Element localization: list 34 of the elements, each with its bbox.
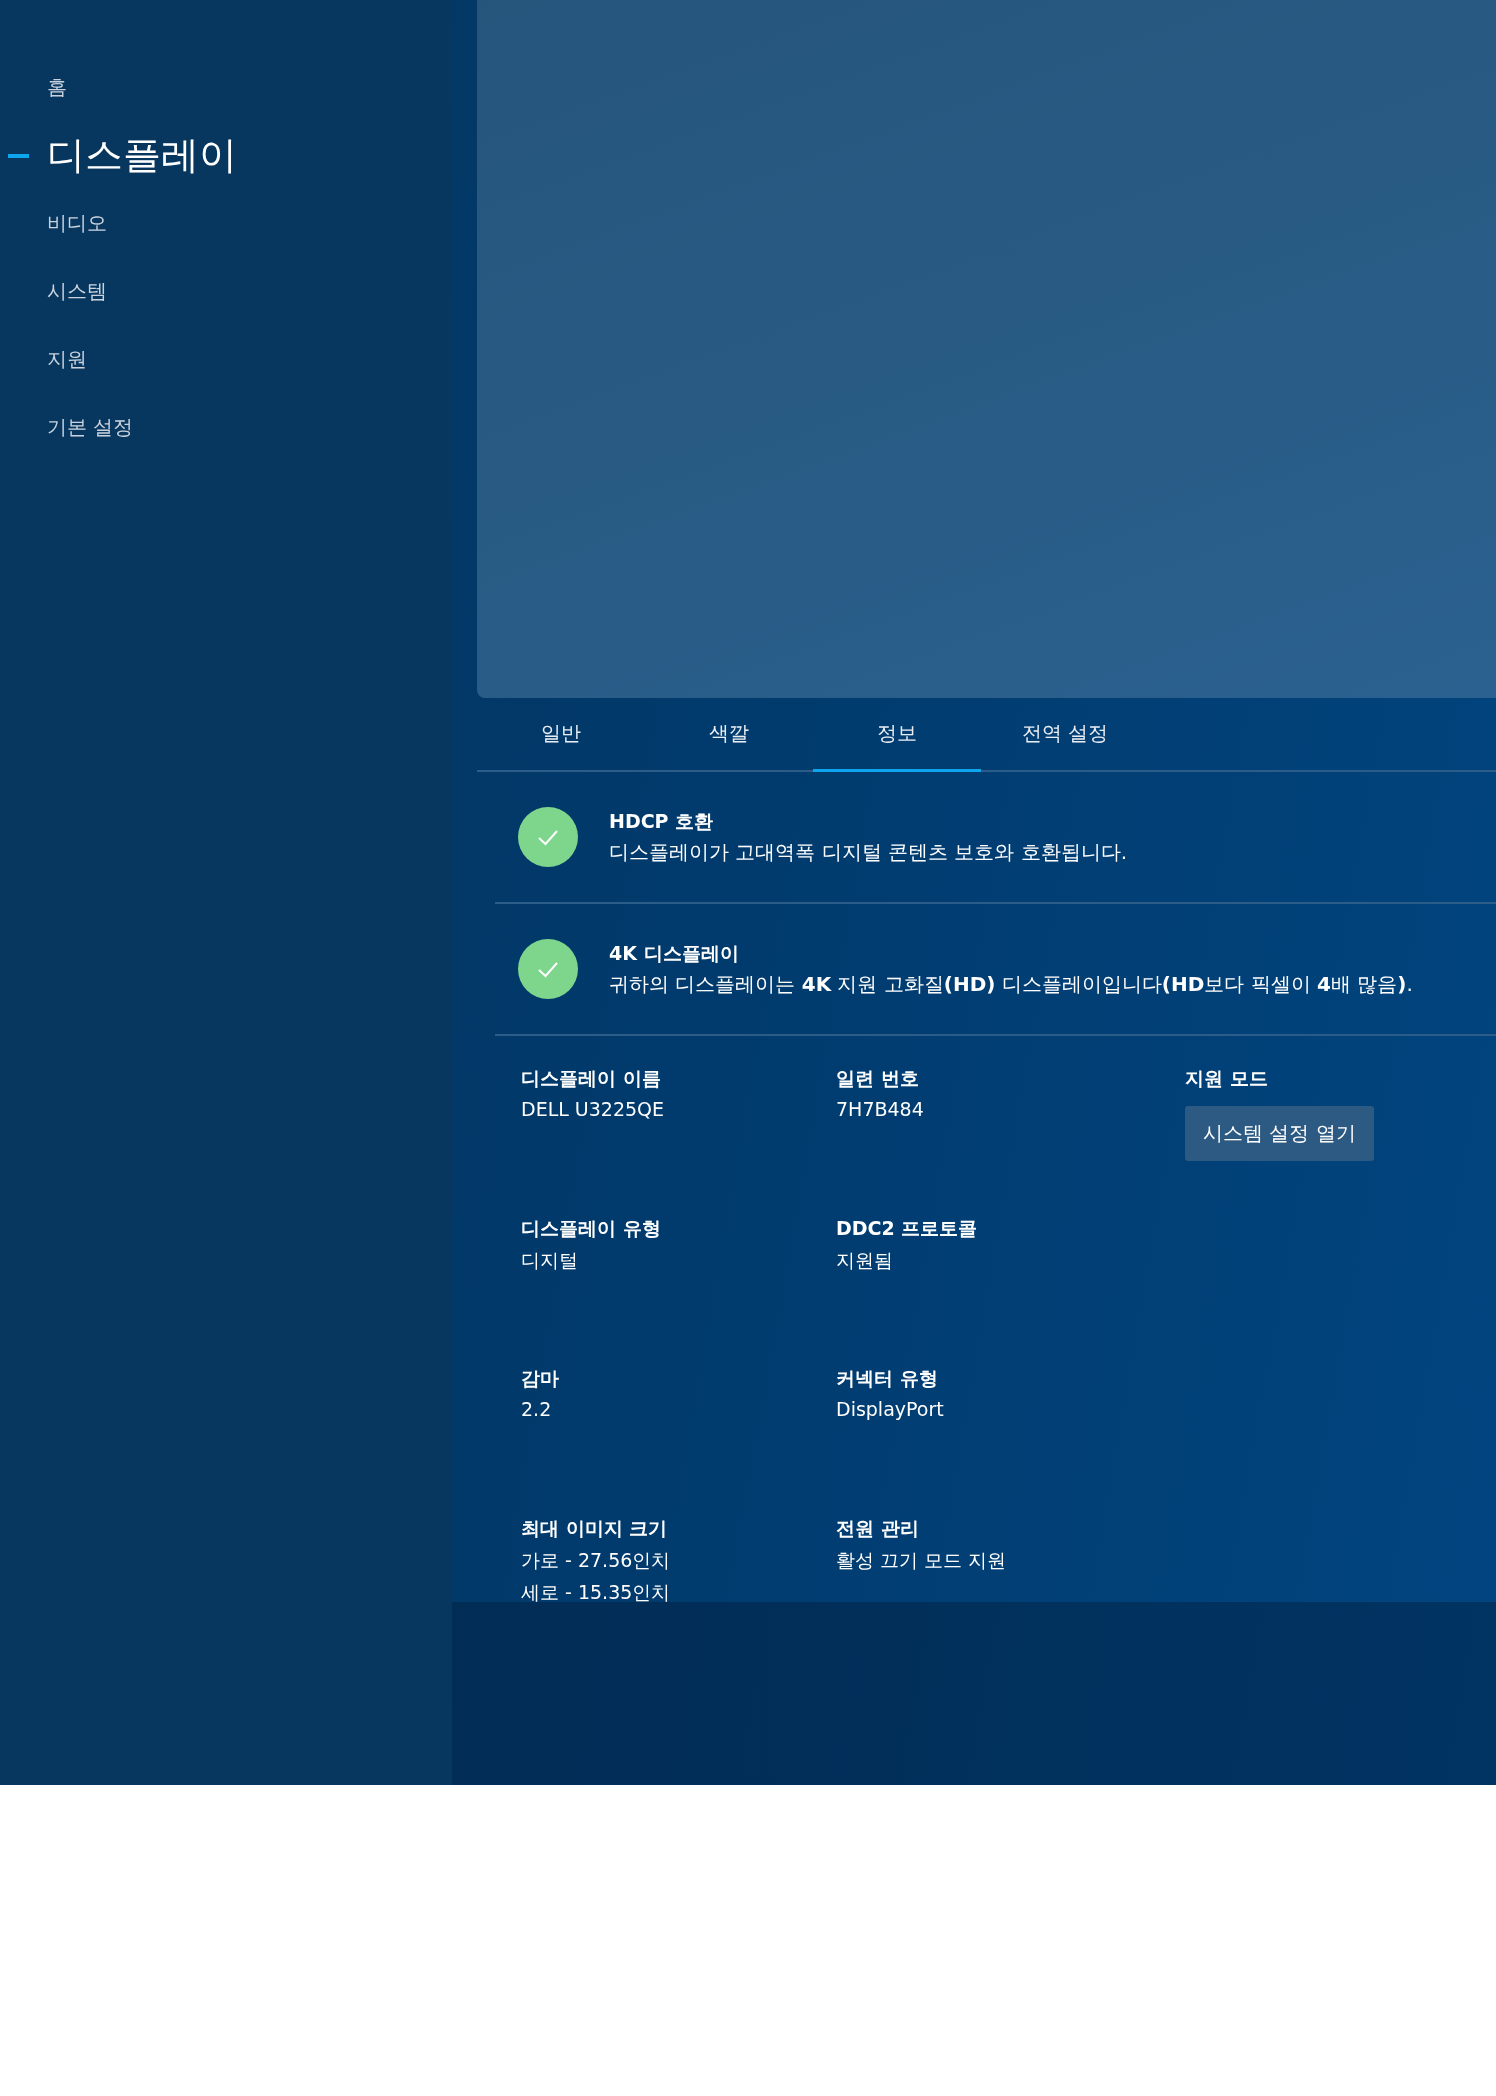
field-label: 커넥터 유형 xyxy=(836,1366,939,1391)
field-label: 일련 번호 xyxy=(836,1066,920,1091)
field-label: 디스플레이 유형 xyxy=(521,1216,662,1241)
tab[interactable]: 정보 xyxy=(813,698,981,772)
field-value: 가로 - 27.56인치 xyxy=(521,1548,672,1573)
sidebar-item[interactable]: 기본 설정 xyxy=(0,393,452,461)
field-label: 디스플레이 이름 xyxy=(521,1066,662,1091)
feature-description: 귀하의 디스플레이는 4K 지원 고화질(HD) 디스플레이입니다(HD보다 픽셀이 4배 많음). xyxy=(609,970,1413,998)
sidebar-item[interactable]: 시스템 xyxy=(0,257,452,325)
tab[interactable]: 전역 설정 xyxy=(981,698,1149,772)
sidebar-item[interactable]: 홈 xyxy=(0,53,452,121)
field-label: 지원 모드 xyxy=(1185,1066,1269,1091)
field-value: 디지털 xyxy=(521,1248,579,1273)
sidebar-item[interactable]: 비디오 xyxy=(0,189,452,257)
field-value: 2.2 xyxy=(521,1398,553,1420)
field-label: 전원 관리 xyxy=(836,1516,920,1541)
sidebar-item[interactable]: 지원 xyxy=(0,325,452,393)
field-value: DELL U3225QE xyxy=(521,1098,666,1120)
feature-title: 4K 디스플레이 xyxy=(609,940,740,966)
field-value: 7H7B484 xyxy=(836,1098,925,1120)
field-value: 세로 - 15.35인치 xyxy=(521,1580,672,1605)
field-label: 최대 이미지 크기 xyxy=(521,1516,669,1541)
field-value: 활성 끄기 모드 지원 xyxy=(836,1548,1008,1573)
open-settings-button[interactable]: 시스템 설정 열기 xyxy=(1185,1106,1374,1161)
sidebar-item[interactable]: 디스플레이 xyxy=(0,121,452,189)
feature-title: HDCP 호환 xyxy=(609,808,715,834)
feature-description: 디스플레이가 고대역폭 디지털 콘텐츠 보호와 호환됩니다. xyxy=(609,838,1128,866)
field-value: DisplayPort xyxy=(836,1398,945,1420)
selection-indicator xyxy=(8,154,29,158)
field-label: DDC2 프로토콜 xyxy=(836,1216,979,1241)
field-label: 감마 xyxy=(521,1366,560,1391)
tab[interactable]: 일반 xyxy=(477,698,645,772)
tab[interactable]: 색깔 xyxy=(645,698,813,772)
field-value: 지원됨 xyxy=(836,1248,894,1273)
